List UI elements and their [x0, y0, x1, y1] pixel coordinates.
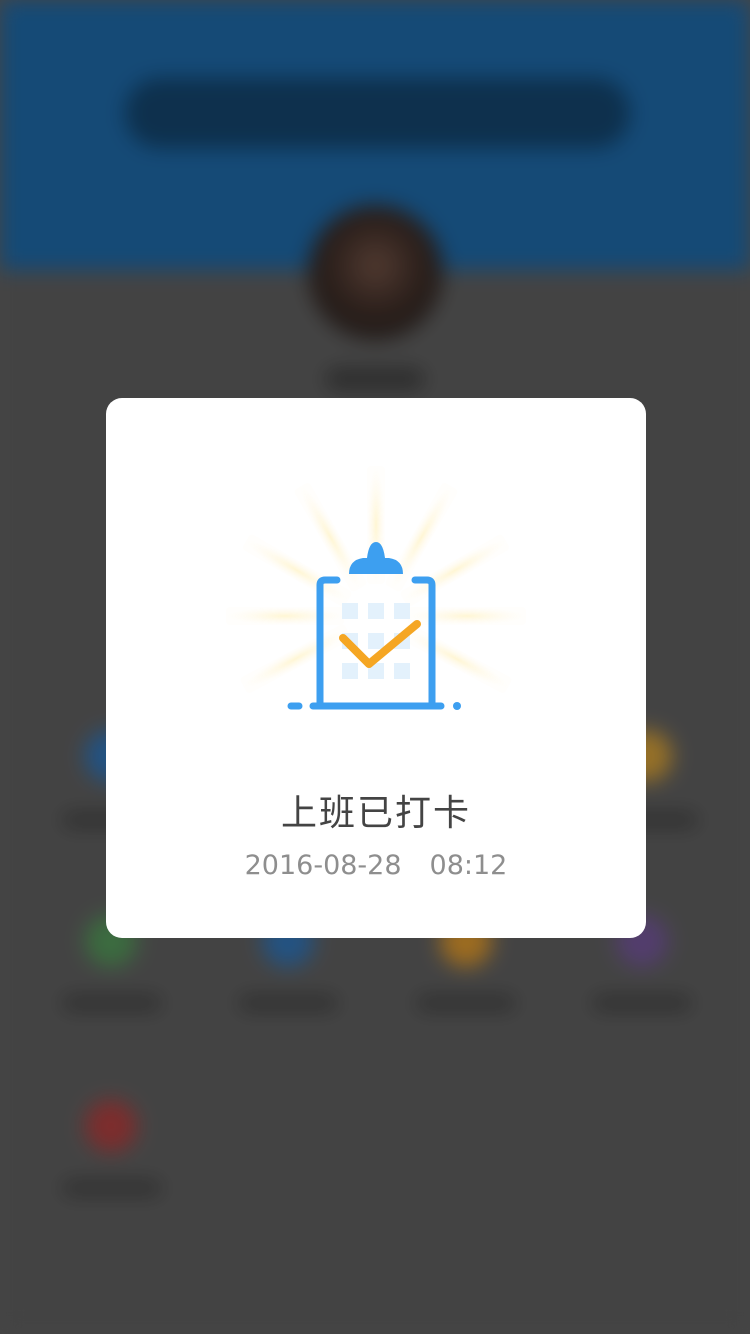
clipboard-clip	[349, 542, 403, 574]
punch-date: 2016-08-28	[244, 850, 402, 881]
clipboard-check-icon	[226, 466, 526, 710]
dialog-title: 上班已打卡	[280, 793, 471, 834]
punch-time: 08:12	[429, 850, 508, 881]
clipboard-base-dot	[453, 702, 461, 710]
punch-success-dialog: 上班已打卡 2016-08-28 08:12	[106, 398, 646, 938]
screen: 上班已打卡 2016-08-28 08:12	[0, 0, 750, 1334]
punch-timestamp: 2016-08-28 08:12	[106, 850, 646, 881]
